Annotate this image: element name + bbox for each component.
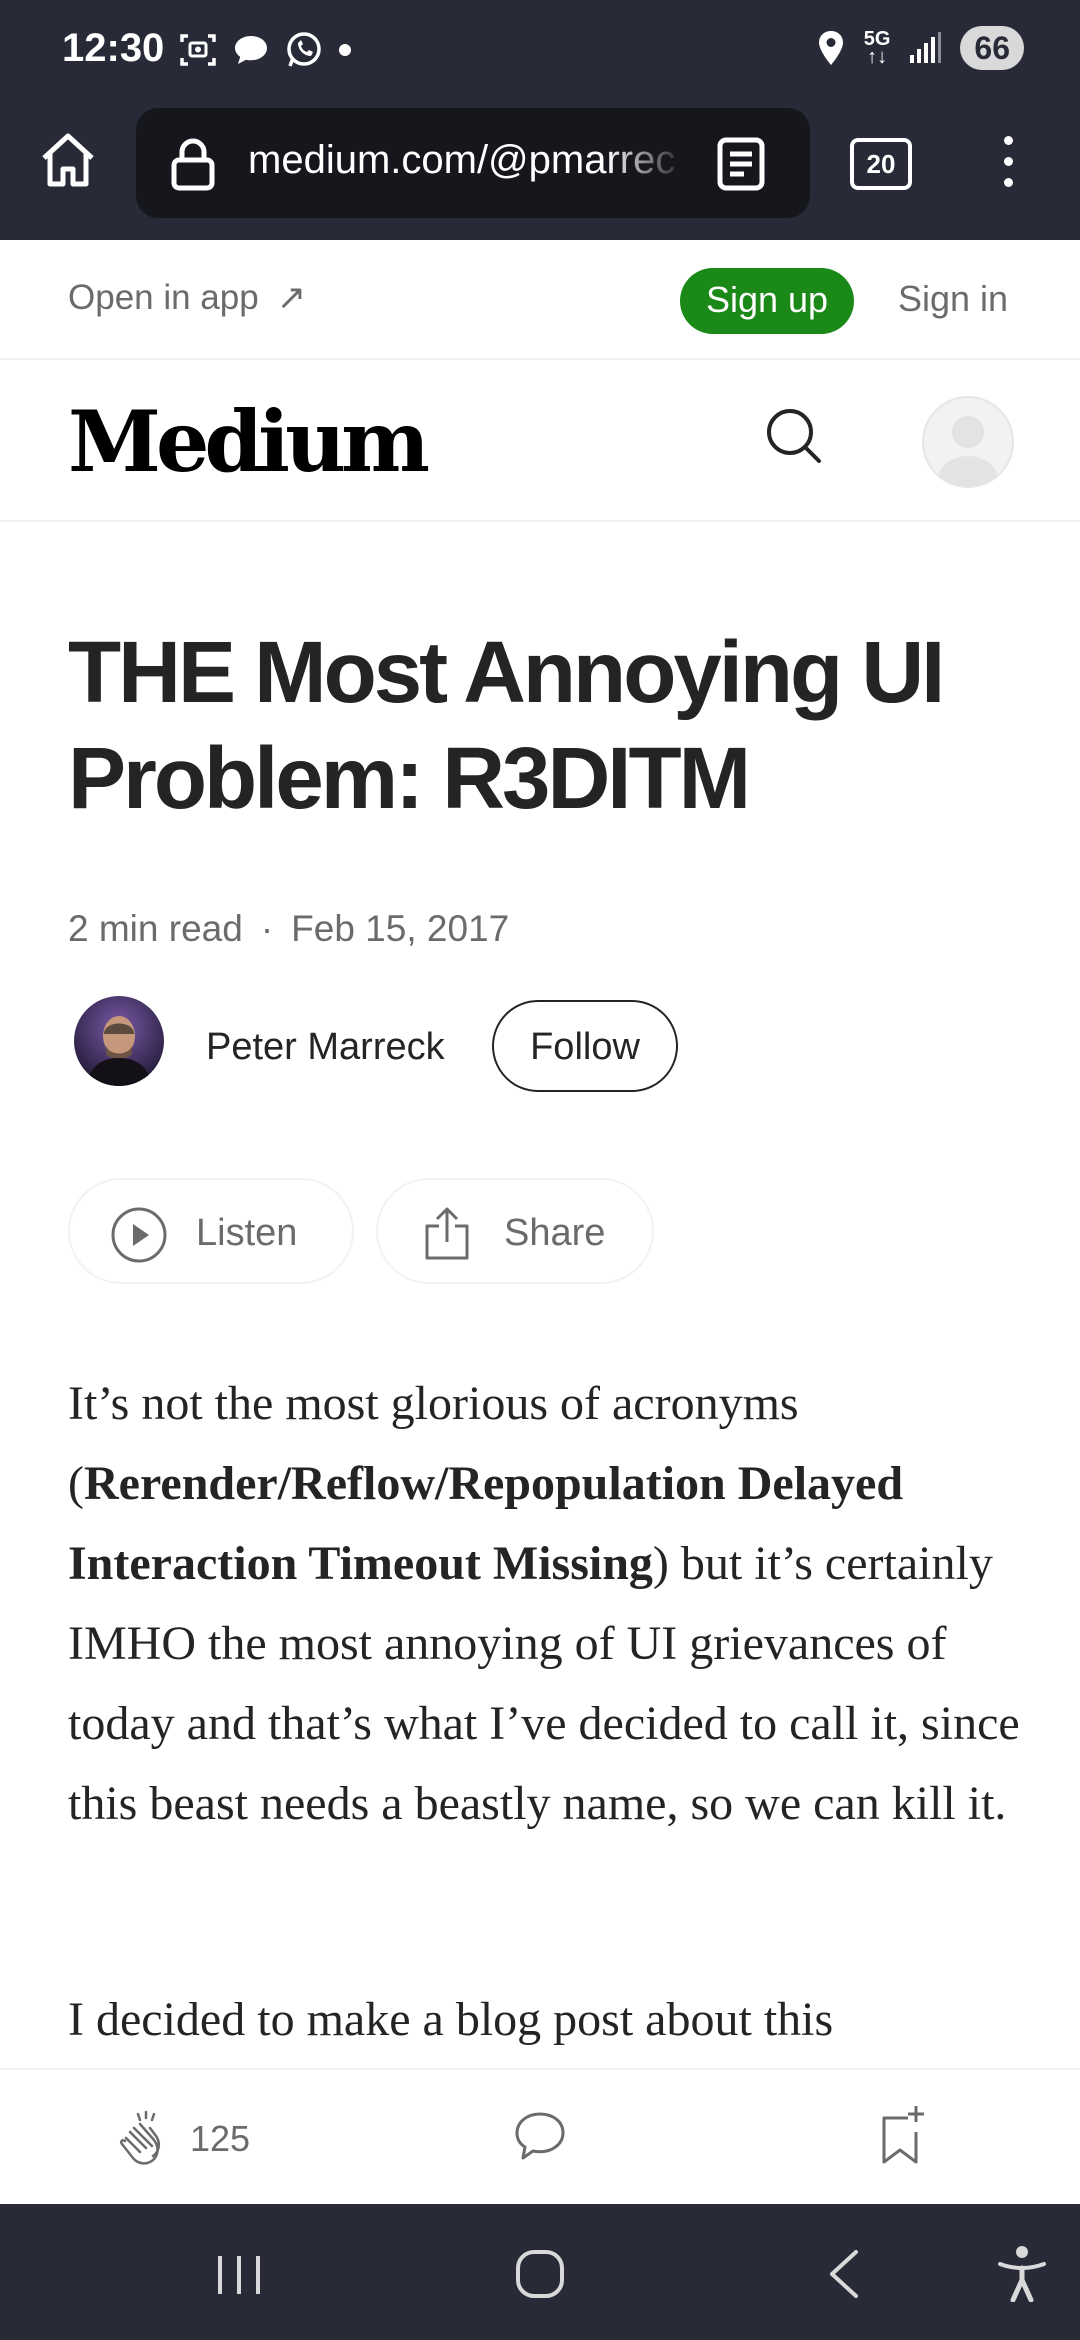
sign-up-button[interactable]: Sign up	[680, 268, 854, 334]
user-avatar[interactable]	[922, 396, 1014, 488]
screenshot-icon	[180, 34, 216, 66]
external-arrow-icon: ↗	[276, 278, 307, 317]
publish-date: Feb 15, 2017	[291, 908, 510, 949]
browser-toolbar: medium.com/@pmarreck 20	[0, 100, 1080, 240]
read-time: 2 min read	[68, 908, 243, 949]
share-label: Share	[504, 1212, 606, 1254]
network-type: 5G ↑↓	[863, 28, 891, 68]
system-nav-bar	[0, 2204, 1080, 2340]
follow-button[interactable]: Follow	[492, 1000, 678, 1092]
author-name[interactable]: Peter Marreck	[206, 1026, 445, 1069]
chat-bubble-icon	[235, 36, 267, 64]
menu-dots-icon[interactable]	[998, 136, 1018, 196]
share-icon	[425, 1207, 469, 1260]
meta-separator: ·	[260, 908, 274, 949]
app-banner: Open in app ↗ Sign up Sign in	[0, 242, 1080, 360]
back-icon[interactable]	[826, 2248, 862, 2300]
nav-home-icon[interactable]	[514, 2248, 566, 2300]
listen-button[interactable]: Listen	[68, 1178, 354, 1284]
signal-icon	[910, 32, 942, 63]
status-bar: 12:30 5G ↑↓ 66	[0, 0, 1080, 100]
url-fade	[606, 128, 686, 198]
open-in-app-link[interactable]: Open in app ↗	[68, 278, 306, 318]
tab-switcher-button[interactable]: 20	[850, 138, 912, 190]
recents-icon[interactable]	[214, 2252, 264, 2298]
article-paragraph-1: It’s not the most glorious of acronyms (…	[68, 1377, 1020, 1830]
clap-icon[interactable]	[116, 2108, 176, 2168]
whatsapp-icon	[287, 32, 321, 67]
location-icon	[818, 31, 843, 65]
author-photo-icon	[74, 996, 164, 1086]
lock-icon	[171, 138, 215, 191]
medium-logo[interactable]: Medium	[68, 392, 430, 491]
bookmark-add-icon[interactable]	[878, 2104, 932, 2166]
author-avatar[interactable]	[74, 996, 164, 1086]
battery-indicator: 66	[960, 26, 1024, 70]
article-action-bar: 125	[0, 2068, 1080, 2206]
listen-label: Listen	[196, 1212, 298, 1254]
clap-count: 125	[190, 2118, 251, 2159]
accessibility-icon[interactable]	[996, 2244, 1048, 2302]
article-title: THE Most Annoying UI Problem: R3DITM	[68, 624, 945, 827]
article-paragraph-2: I decided to make a blog post about this	[68, 1993, 834, 2046]
site-header: Medium	[0, 360, 1080, 522]
status-notification-icons	[178, 30, 352, 70]
play-icon	[111, 1207, 167, 1263]
avatar-placeholder-icon	[938, 416, 998, 486]
share-button[interactable]: Share	[376, 1178, 654, 1284]
article-meta: 2 min read · Feb 15, 2017	[68, 908, 509, 950]
dot-icon	[339, 44, 351, 56]
search-icon[interactable]	[764, 406, 824, 466]
home-icon[interactable]	[36, 128, 100, 192]
status-time: 12:30	[62, 26, 165, 70]
reader-mode-icon[interactable]	[716, 136, 766, 192]
status-system-icons: 5G ↑↓ 66	[816, 26, 1024, 70]
comment-icon[interactable]	[512, 2110, 568, 2162]
sign-in-link[interactable]: Sign in	[898, 278, 1008, 320]
address-bar[interactable]: medium.com/@pmarreck	[136, 108, 810, 218]
